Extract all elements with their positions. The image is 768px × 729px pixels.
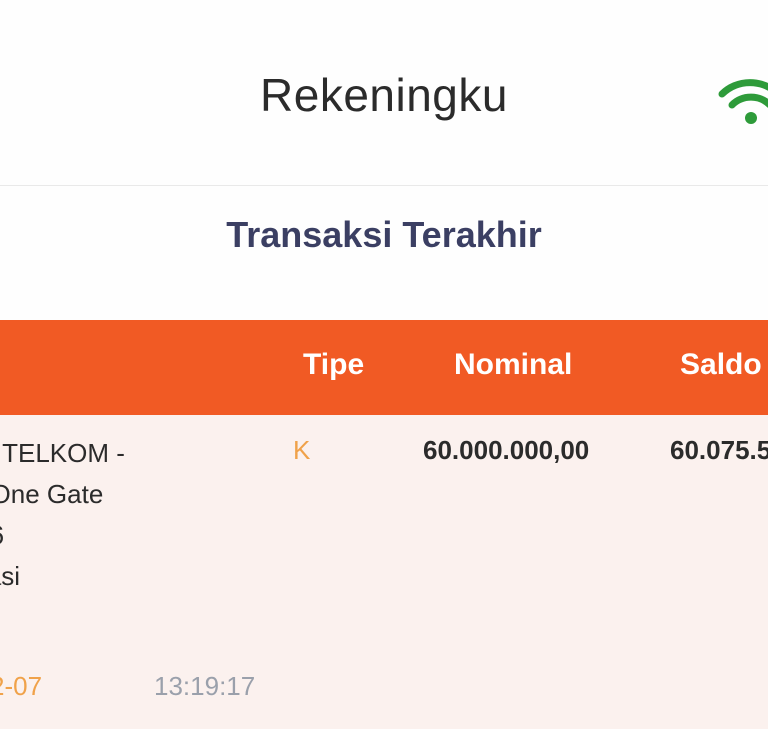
description-line: 76 bbox=[0, 597, 254, 638]
description-line: T. Telkom One Gate bbox=[0, 479, 104, 509]
table-row[interactable]: FER DARI TELKOM - T. Telkom One Gate t #… bbox=[0, 415, 768, 729]
transaction-description: FER DARI TELKOM - T. Telkom One Gate t #… bbox=[0, 433, 254, 638]
description-line: atan Aplikasi bbox=[0, 561, 20, 591]
section-title: Transaksi Terakhir bbox=[226, 214, 542, 255]
column-header-saldo: Saldo A bbox=[680, 348, 768, 381]
app-title: Rekeningku bbox=[260, 69, 508, 121]
transaction-date: 2-07 bbox=[0, 671, 43, 701]
transaction-time: 13:19:17 bbox=[154, 671, 256, 701]
transaction-balance: 60.075.5 bbox=[670, 435, 768, 465]
description-line: t #3209776 bbox=[0, 515, 254, 556]
transaction-type: K bbox=[293, 435, 311, 465]
column-header-tipe: Tipe bbox=[303, 348, 365, 381]
column-header-nominal: Nominal bbox=[454, 348, 573, 381]
wifi-icon bbox=[718, 76, 768, 126]
table-header: Tipe Nominal Saldo A bbox=[0, 320, 768, 415]
description-line: FER DARI TELKOM - bbox=[0, 438, 125, 468]
screen: Rekeningku Transaksi Terakhir Tipe Nomin… bbox=[0, 0, 768, 729]
app-header: Rekeningku bbox=[0, 0, 768, 186]
transaction-amount: 60.000.000,00 bbox=[423, 435, 590, 465]
